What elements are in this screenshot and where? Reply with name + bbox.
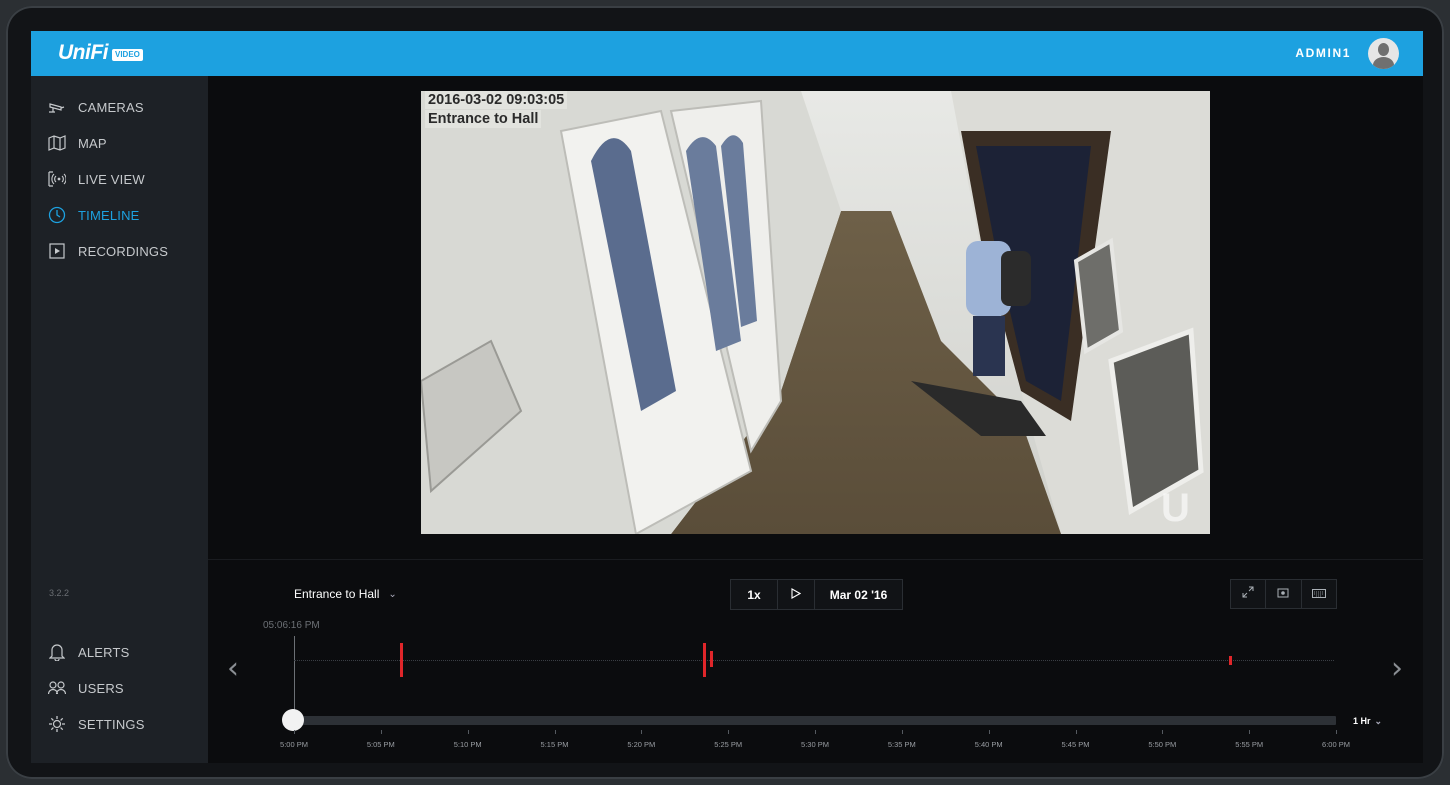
play-box-icon: [47, 241, 67, 261]
sidebar: CAMERAS MAP LIVE VIEW TIMELINE RECORDING…: [31, 76, 208, 763]
sidebar-item-label: TIMELINE: [78, 207, 140, 223]
timeline-tick-label: 5:05 PM: [366, 740, 395, 749]
zoom-select[interactable]: 1 Hr ⌄: [1353, 716, 1382, 727]
snapshot-icon: [1277, 585, 1289, 603]
keyboard-icon: [1311, 585, 1326, 603]
app-screen: UniFi VIDEO ADMIN1 CAMERAS MAP LIVE VIEW: [31, 31, 1423, 763]
sidebar-item-label: MAP: [78, 135, 107, 151]
unifi-video-logo[interactable]: UniFi VIDEO: [58, 40, 143, 66]
timeline-tick: [1162, 730, 1164, 734]
live-view-icon: [47, 169, 67, 189]
expand-icon: [1242, 585, 1254, 603]
sidebar-item-label: CAMERAS: [78, 99, 144, 115]
video-camera-name-overlay: Entrance to Hall: [425, 110, 542, 128]
timeline-tick-label: 5:55 PM: [1235, 740, 1264, 749]
timeline-scrubber-handle[interactable]: [282, 709, 304, 731]
fullscreen-button[interactable]: [1231, 580, 1265, 608]
sidebar-item-label: USERS: [78, 680, 124, 696]
view-tools: [1230, 579, 1337, 609]
timeline-tick-label: 5:30 PM: [801, 740, 829, 749]
chevron-left-icon: ‹: [227, 651, 239, 686]
playhead-line: [294, 636, 295, 720]
svg-text:U: U: [1161, 486, 1190, 530]
chevron-right-icon: ›: [1391, 651, 1403, 686]
cursor-time-label: 05:06:16 PM: [263, 620, 320, 631]
map-icon: [47, 133, 67, 153]
camera-select-value: Entrance to Hall: [294, 587, 380, 601]
camera-video-frame[interactable]: U 2016-03-02 09:03:05 Entrance to Hall: [421, 91, 1210, 534]
timeline-scrubber-track[interactable]: [294, 716, 1336, 725]
timeline-tick-label: 5:45 PM: [1061, 740, 1090, 749]
sidebar-item-settings[interactable]: SETTINGS: [47, 713, 145, 735]
bell-icon: [47, 642, 67, 662]
sidebar-item-cameras[interactable]: CAMERAS: [47, 96, 144, 118]
zoom-value: 1 Hr: [1353, 716, 1371, 726]
timeline-tick-label: 5:35 PM: [887, 740, 916, 749]
sidebar-item-recordings[interactable]: RECORDINGS: [47, 240, 168, 262]
chevron-down-icon: ⌄: [1374, 716, 1383, 726]
timeline-tick: [380, 730, 382, 734]
timeline-tick: [1336, 730, 1337, 734]
camera-footage-image: U: [421, 91, 1210, 534]
timeline-tick-label: 5:15 PM: [540, 740, 569, 749]
panel-divider: [208, 559, 1423, 560]
motion-event-marker[interactable]: [703, 643, 706, 677]
timeline-tick: [901, 730, 903, 734]
timeline-next-button[interactable]: ›: [1391, 651, 1403, 686]
sidebar-item-alerts[interactable]: ALERTS: [47, 641, 130, 663]
keyboard-shortcuts-button[interactable]: [1300, 580, 1336, 608]
timeline-tick-label: 5:00 PM: [280, 740, 308, 749]
timeline-tick: [1249, 730, 1251, 734]
motion-event-marker[interactable]: [1229, 656, 1232, 665]
sidebar-item-users[interactable]: USERS: [47, 677, 124, 699]
timeline-tick: [988, 730, 990, 734]
timeline-tick: [815, 730, 816, 734]
play-icon: [791, 587, 802, 602]
timeline-tick-label: 5:40 PM: [974, 740, 1003, 749]
timeline-tick-label: 5:20 PM: [627, 740, 656, 749]
timeline-tick: [641, 730, 643, 734]
timeline-prev-button[interactable]: ‹: [227, 651, 239, 686]
top-bar: UniFi VIDEO ADMIN1: [31, 31, 1423, 76]
motion-event-track[interactable]: [294, 643, 1334, 677]
snapshot-button[interactable]: [1265, 580, 1300, 608]
timeline-tick-label: 5:10 PM: [453, 740, 482, 749]
sidebar-item-map[interactable]: MAP: [47, 132, 107, 154]
logo-badge: VIDEO: [112, 48, 143, 61]
camera-icon: [47, 97, 67, 117]
user-name[interactable]: ADMIN1: [1295, 46, 1351, 60]
timeline-tick: [728, 730, 730, 734]
avatar[interactable]: [1368, 38, 1399, 69]
timeline-tick: [554, 730, 556, 734]
playback-controls: 1x Mar 02 '16: [730, 579, 903, 610]
clock-icon: [47, 205, 67, 225]
timeline-tick: [1075, 730, 1077, 734]
logo-text: UniFi: [58, 41, 109, 64]
sidebar-item-label: LIVE VIEW: [78, 171, 145, 187]
timeline-tick-label: 6:00 PM: [1322, 740, 1350, 749]
users-icon: [47, 678, 67, 698]
play-button[interactable]: [777, 580, 814, 609]
motion-event-marker[interactable]: [710, 651, 713, 667]
version-label: 3.2.2: [49, 588, 70, 598]
camera-select[interactable]: Entrance to Hall ⌄: [294, 587, 397, 601]
sidebar-item-live-view[interactable]: LIVE VIEW: [47, 168, 145, 190]
motion-event-marker[interactable]: [400, 643, 403, 677]
timeline-tick-label: 5:50 PM: [1148, 740, 1177, 749]
sidebar-item-label: RECORDINGS: [78, 243, 169, 259]
timeline-tick: [467, 730, 469, 734]
sidebar-item-timeline[interactable]: TIMELINE: [47, 204, 140, 226]
speed-button[interactable]: 1x: [731, 580, 777, 609]
video-timestamp-overlay: 2016-03-02 09:03:05: [425, 91, 568, 109]
sidebar-item-label: ALERTS: [78, 644, 130, 660]
sidebar-item-label: SETTINGS: [78, 716, 145, 732]
chevron-down-icon: ⌄: [388, 588, 397, 600]
date-button[interactable]: Mar 02 '16: [814, 580, 902, 609]
timeline-tick-label: 5:25 PM: [714, 740, 743, 749]
gear-icon: [47, 714, 67, 734]
timeline-tick: [294, 730, 295, 734]
